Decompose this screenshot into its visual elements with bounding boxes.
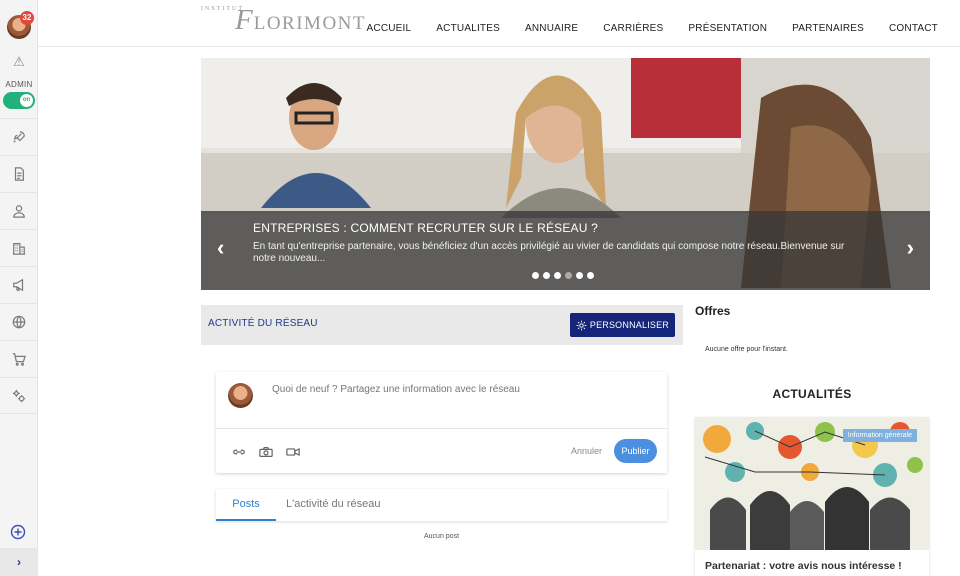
news-category-badge: Information générale [842, 429, 917, 442]
nav-annuaire[interactable]: ANNUAIRE [525, 23, 578, 34]
news-card[interactable]: Information générale Partenariat : votre… [695, 417, 929, 576]
globe-icon [12, 315, 26, 329]
post-input[interactable]: Quoi de neuf ? Partagez une information … [272, 384, 520, 395]
activity-header: ACTIVITÉ DU RÉSEAU PERSONNALISER [201, 305, 683, 345]
rail-item-settings[interactable] [0, 377, 38, 414]
gear-icon [576, 320, 587, 330]
post-composer: Quoi de neuf ? Partagez une information … [216, 372, 667, 473]
feed-tabs: Posts L'activité du réseau [216, 489, 667, 521]
link-icon[interactable] [232, 445, 246, 463]
hero-dot-active[interactable] [565, 272, 572, 279]
nav-carrieres[interactable]: CARRIÈRES [603, 23, 663, 34]
nav-actualites[interactable]: ACTUALITES [436, 23, 500, 34]
offers-title: Offres [695, 304, 731, 318]
rail-item-document[interactable] [0, 155, 38, 192]
main-nav: ACCUEIL ACTUALITES ANNUAIRE CARRIÈRES PR… [342, 23, 938, 34]
hero-dot[interactable] [587, 272, 594, 279]
rail-item-building[interactable] [0, 229, 38, 266]
hero-title[interactable]: ENTREPRISES : COMMENT RECRUTER SUR LE RÉ… [253, 221, 598, 235]
composer-tools [232, 445, 300, 463]
hero-slider[interactable]: ENTREPRISES : COMMENT RECRUTER SUR LE RÉ… [201, 58, 930, 290]
news-headline[interactable]: Partenariat : votre avis nous intéresse … [705, 560, 902, 572]
rocket-icon [13, 131, 25, 143]
building-icon [12, 243, 26, 255]
composer-divider [216, 428, 667, 429]
hero-prev-button[interactable]: ‹ [217, 235, 224, 261]
site-header: INSTITUT FLORIMONT ACCUEIL ACTUALITES AN… [38, 0, 960, 47]
hero-dot[interactable] [554, 272, 561, 279]
video-icon[interactable] [286, 445, 300, 463]
megaphone-icon [13, 278, 24, 292]
tab-posts[interactable]: Posts [216, 489, 276, 521]
hero-pagination [532, 272, 594, 279]
composer-avatar [228, 383, 253, 408]
admin-toggle[interactable]: on [3, 92, 35, 109]
nav-contact[interactable]: CONTACT [889, 23, 938, 34]
nav-accueil[interactable]: ACCUEIL [367, 23, 412, 34]
hero-dot[interactable] [543, 272, 550, 279]
publish-button[interactable]: Publier [614, 439, 657, 463]
rail-item-megaphone[interactable] [0, 266, 38, 303]
news-title: ACTUALITÉS [772, 387, 852, 401]
personalize-button[interactable]: PERSONNALISER [569, 313, 675, 337]
add-circle-icon[interactable] [10, 524, 26, 540]
site-logo[interactable]: INSTITUT FLORIMONT [201, 2, 376, 42]
hero-dot[interactable] [576, 272, 583, 279]
camera-icon[interactable] [259, 445, 273, 463]
nav-partenaires[interactable]: PARTENAIRES [792, 23, 864, 34]
hero-caption: ENTREPRISES : COMMENT RECRUTER SUR LE RÉ… [201, 211, 930, 290]
empty-posts-message: Aucun post [423, 533, 460, 540]
admin-toggle-knob: on [20, 94, 33, 107]
admin-label: ADMIN [5, 80, 33, 89]
warning-icon[interactable]: ⚠ [11, 54, 27, 70]
rail-item-user[interactable] [0, 192, 38, 229]
hero-excerpt: En tant qu'entreprise partenaire, vous b… [253, 241, 845, 264]
cancel-button[interactable]: Annuler [571, 446, 602, 456]
settings-icon [12, 389, 26, 402]
document-icon [14, 167, 24, 181]
personalize-label: PERSONNALISER [589, 320, 669, 330]
activity-title: ACTIVITÉ DU RÉSEAU [208, 318, 318, 329]
cart-icon [12, 353, 26, 366]
hero-next-button[interactable]: › [907, 235, 914, 261]
logo-initial: F [235, 4, 254, 36]
rail-item-cart[interactable] [0, 340, 38, 377]
user-icon [13, 205, 25, 218]
hero-dot[interactable] [532, 272, 539, 279]
notification-badge[interactable]: 32 [20, 11, 34, 25]
rail-item-globe[interactable] [0, 303, 38, 340]
nav-presentation[interactable]: PRÉSENTATION [688, 23, 767, 34]
admin-rail: 32 ⚠ ADMIN on › [0, 0, 38, 576]
tab-network-activity[interactable]: L'activité du réseau [286, 489, 380, 521]
rail-item-rocket[interactable] [0, 118, 38, 155]
offers-empty-message: Aucune offre pour l'instant. [705, 346, 788, 353]
rail-expand-button[interactable]: › [0, 548, 38, 576]
